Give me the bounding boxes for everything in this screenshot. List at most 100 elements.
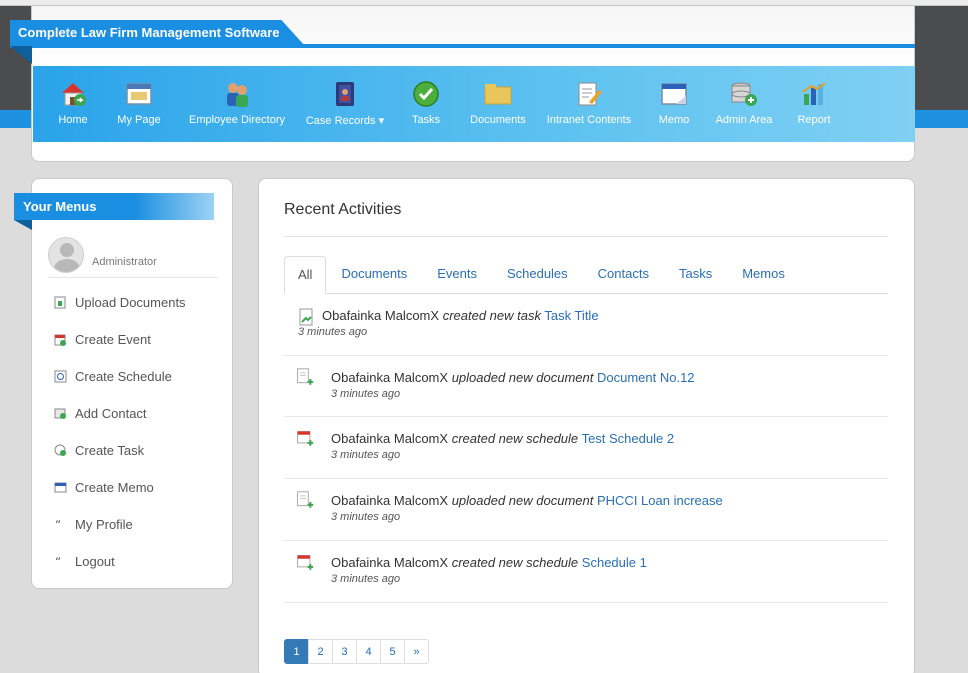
tab-tasks[interactable]: Tasks: [664, 256, 727, 293]
tab-documents[interactable]: Documents: [326, 256, 422, 293]
activity-user: Obafainka MalcomX: [331, 555, 449, 570]
note-edit-icon: [574, 80, 604, 108]
contact-add-icon: [54, 407, 67, 420]
profile-icon: “: [54, 518, 67, 531]
main-nav: Home My Page Employee Directory Case Rec…: [33, 66, 915, 142]
brand-underline: [10, 44, 915, 48]
activity-action: created new task: [442, 308, 541, 323]
title-divider: [284, 236, 888, 237]
sidebar-item-create-task[interactable]: Create Task: [54, 432, 224, 469]
activity-time: 3 minutes ago: [331, 388, 401, 400]
page-5-button[interactable]: 5: [380, 639, 405, 664]
nav-label: Intranet Contents: [546, 114, 632, 126]
upload-icon: [54, 296, 67, 309]
sidebar-menu: Upload Documents Create Event Create Sch…: [54, 284, 224, 580]
nav-memo[interactable]: Memo: [649, 66, 699, 126]
list-item: Obafainka MalcomX uploaded new document …: [284, 479, 888, 541]
nav-label: Home: [58, 114, 88, 126]
tab-all[interactable]: All: [284, 256, 327, 294]
sidebar-title: Your Menus: [14, 193, 214, 220]
task-add-icon: [54, 444, 67, 457]
page-1-button[interactable]: 1: [284, 639, 309, 664]
list-item: Obafainka MalcomX created new schedule T…: [284, 417, 888, 479]
activity-action: created new schedule: [451, 555, 579, 570]
calendar-add-icon: [297, 555, 314, 570]
database-add-icon: [729, 80, 759, 108]
list-item: Obafainka MalcomX created new task Task …: [284, 300, 888, 356]
activity-tabs: All Documents Events Schedules Contacts …: [284, 256, 888, 294]
list-item: Obafainka MalcomX uploaded new document …: [284, 356, 888, 417]
sidebar-item-label: Upload Documents: [75, 295, 186, 310]
nav-label: Memo: [658, 114, 690, 126]
sidebar-item-create-memo[interactable]: Create Memo: [54, 469, 224, 506]
sidebar-item-logout[interactable]: “ Logout: [54, 543, 224, 580]
nav-case-records[interactable]: Case Records ▾: [297, 66, 393, 127]
tab-events[interactable]: Events: [422, 256, 492, 293]
activity-time: 3 minutes ago: [331, 449, 401, 461]
activity-action: uploaded new document: [451, 370, 594, 385]
nav-label: Tasks: [411, 114, 441, 126]
home-icon: [58, 80, 88, 108]
logout-icon: “: [54, 555, 67, 568]
task-icon: [299, 308, 313, 326]
nav-admin-area[interactable]: Admin Area: [711, 66, 777, 126]
page-3-button[interactable]: 3: [332, 639, 357, 664]
sidebar-item-upload-documents[interactable]: Upload Documents: [54, 284, 224, 321]
activity-time: 3 minutes ago: [331, 573, 401, 585]
activity-link[interactable]: Schedule 1: [582, 555, 647, 570]
activity-time: 3 minutes ago: [298, 326, 368, 338]
sidebar-item-label: Create Event: [75, 332, 151, 347]
list-item: Obafainka MalcomX created new schedule S…: [284, 541, 888, 603]
calendar-add-icon: [54, 333, 67, 346]
pagination: 1 2 3 4 5 »: [284, 639, 429, 664]
sidebar-item-label: Create Memo: [75, 480, 154, 495]
activity-action: created new schedule: [451, 431, 579, 446]
activity-time: 3 minutes ago: [331, 511, 401, 523]
nav-employee-directory[interactable]: Employee Directory: [181, 66, 293, 126]
nav-intranet-contents[interactable]: Intranet Contents: [541, 66, 637, 126]
activity-user: Obafainka MalcomX: [322, 308, 440, 323]
nav-label: Documents: [470, 114, 526, 126]
tab-memos[interactable]: Memos: [727, 256, 800, 293]
nav-label: Case Records ▾: [305, 115, 385, 127]
sidebar-fold: [14, 220, 32, 230]
activity-link[interactable]: Document No.12: [597, 370, 695, 385]
tab-contacts[interactable]: Contacts: [583, 256, 664, 293]
brand-title: Complete Law Firm Management Software: [10, 20, 305, 46]
bar-chart-icon: [799, 80, 829, 108]
user-info: Administrator: [48, 232, 218, 278]
activity-link[interactable]: Task Title: [544, 308, 598, 323]
nav-label: My Page: [117, 114, 161, 126]
window-icon: [124, 80, 154, 108]
checkmark-icon: [411, 80, 441, 108]
sidebar-item-label: My Profile: [75, 517, 133, 532]
nav-report[interactable]: Report: [789, 66, 839, 126]
sidebar-item-add-contact[interactable]: Add Contact: [54, 395, 224, 432]
memo-window-icon: [659, 80, 689, 108]
tab-schedules[interactable]: Schedules: [492, 256, 583, 293]
schedule-icon: [54, 370, 67, 383]
sidebar-item-label: Add Contact: [75, 406, 147, 421]
user-name: Administrator: [92, 255, 157, 268]
nav-label: Report: [797, 114, 831, 126]
nav-my-page[interactable]: My Page: [101, 66, 177, 126]
sidebar-item-create-event[interactable]: Create Event: [54, 321, 224, 358]
activity-link[interactable]: PHCCI Loan increase: [597, 493, 723, 508]
sidebar-item-label: Create Task: [75, 443, 145, 458]
activity-link[interactable]: Test Schedule 2: [582, 431, 675, 446]
svg-text:“: “: [55, 518, 61, 531]
nav-documents[interactable]: Documents: [461, 66, 535, 126]
nav-home[interactable]: Home: [47, 66, 99, 126]
activity-action: uploaded new document: [451, 493, 594, 508]
page-2-button[interactable]: 2: [308, 639, 333, 664]
sidebar-item-my-profile[interactable]: “ My Profile: [54, 506, 224, 543]
activity-user: Obafainka MalcomX: [331, 431, 449, 446]
document-add-icon: [297, 491, 314, 508]
next-page-button[interactable]: »: [404, 639, 429, 664]
page-4-button[interactable]: 4: [356, 639, 381, 664]
sidebar-item-create-schedule[interactable]: Create Schedule: [54, 358, 224, 395]
nav-tasks[interactable]: Tasks: [401, 66, 451, 126]
avatar: [48, 236, 84, 273]
brand-fold: [10, 46, 32, 64]
page-title: Recent Activities: [284, 201, 402, 218]
